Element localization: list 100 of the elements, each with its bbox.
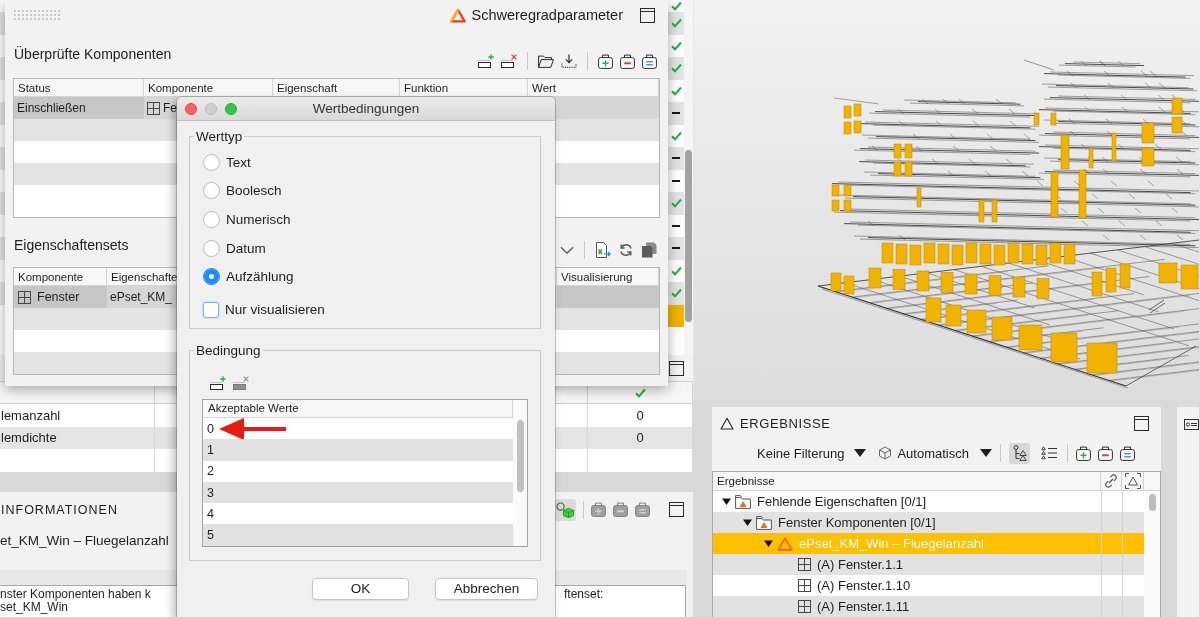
radio-label: Aufzählung <box>226 269 294 285</box>
tree-view-button[interactable] <box>1009 442 1030 464</box>
refresh-icon[interactable] <box>619 243 633 257</box>
triangle-frame-icon <box>1124 473 1141 489</box>
warning-folder-icon <box>735 494 751 509</box>
maximize-icon[interactable] <box>669 502 684 517</box>
list-item[interactable]: 5 <box>203 524 513 546</box>
window-grid-icon <box>147 101 160 115</box>
bag-minus-icon[interactable] <box>1098 445 1113 461</box>
model-viewport[interactable] <box>693 0 1200 400</box>
list-icon <box>1040 446 1057 460</box>
bag-plus-icon[interactable] <box>598 53 613 69</box>
remove-row-icon[interactable] <box>501 54 517 68</box>
window-grid-icon <box>798 600 811 613</box>
column-header: Komponente <box>144 79 273 96</box>
bag-minus-icon[interactable] <box>620 53 635 69</box>
column-header: Ergebnisse <box>713 472 1101 490</box>
hierarchy-icon <box>1012 445 1027 461</box>
column-header: Funktion <box>400 79 528 96</box>
radio-label: Text <box>226 154 251 170</box>
tree-row[interactable]: Fenster Komponenten [0/1] <box>713 512 1144 533</box>
cancel-button[interactable]: Abbrechen <box>435 577 538 600</box>
panel-icon[interactable] <box>1184 419 1199 430</box>
window-grid-icon <box>18 290 31 304</box>
tree-label: Fehlende Eigenschaften [0/1] <box>757 494 927 509</box>
radio-button[interactable] <box>203 182 220 200</box>
tree-label: ePset_KM_Win – Fluegelanzahl <box>799 536 984 551</box>
window-grid-icon <box>798 558 811 571</box>
disclosure-icon[interactable] <box>743 518 752 527</box>
column-header: Wert <box>528 79 659 96</box>
radio-button[interactable] <box>203 211 220 228</box>
section-title: Eigenschaftensets <box>13 237 129 253</box>
maximize-icon[interactable] <box>669 360 684 376</box>
spreadsheet-export-icon[interactable] <box>595 242 611 258</box>
add-row-icon[interactable] <box>210 375 226 390</box>
drag-handle-icon[interactable] <box>14 10 60 20</box>
group-label: Bedingung <box>195 342 262 358</box>
tree-label: (A) Fenster.1.1 <box>817 557 903 572</box>
table-cell: lemanzahl <box>0 404 155 427</box>
download-icon[interactable] <box>561 54 577 68</box>
bag-plus-icon[interactable] <box>1076 445 1091 461</box>
triangle-icon <box>720 417 734 430</box>
tree-label: (A) Fenster.1.10 <box>817 578 911 593</box>
scrollbar-thumb[interactable] <box>685 150 692 322</box>
cube-icon <box>556 501 574 518</box>
panel-title: INFORMATIONEN <box>0 502 118 517</box>
maximize-icon[interactable] <box>640 7 655 23</box>
bag-lines-icon[interactable] <box>1120 445 1135 461</box>
tree-label: Fenster Komponenten [0/1] <box>778 515 936 530</box>
checkbox[interactable] <box>203 301 219 318</box>
column-header: Komponente <box>14 268 107 285</box>
table-cell: Fe <box>163 101 177 115</box>
list-item[interactable]: 3 <box>203 481 513 504</box>
ok-button[interactable]: OK <box>312 577 409 600</box>
section-title: Überprüfte Komponenten <box>13 46 172 62</box>
radio-label: Numerisch <box>226 212 291 227</box>
caret-icon <box>980 449 992 457</box>
table-cell: Einschließen <box>14 97 144 119</box>
group-label: Werttyp <box>195 129 244 144</box>
warning-triangle-icon <box>450 7 467 23</box>
mode-dropdown[interactable]: Automatisch <box>878 445 992 461</box>
radio-button[interactable] <box>203 153 220 171</box>
column-header: Status <box>14 79 144 96</box>
disclosure-icon[interactable] <box>764 539 773 548</box>
window-title: Wertbedingungen <box>312 101 420 116</box>
disclosure-icon[interactable] <box>722 497 731 506</box>
check-icon <box>634 387 646 398</box>
warning-folder-icon <box>756 515 772 530</box>
filter-dropdown[interactable]: Keine Filterung <box>757 445 867 461</box>
radio-label: Boolesch <box>226 183 282 199</box>
add-row-icon[interactable] <box>478 54 494 68</box>
close-button[interactable] <box>185 102 197 115</box>
link-icon <box>1104 474 1118 488</box>
radio-button[interactable] <box>203 268 220 286</box>
column-header: Visualisierung <box>557 268 659 285</box>
warning-icon <box>777 536 793 551</box>
table-cell: Fenster <box>37 290 80 304</box>
message-text: set_KM_Win <box>0 599 69 614</box>
checkbox-label: Nur visualisieren <box>225 302 325 318</box>
column-header: Akzeptable Werte <box>203 399 513 418</box>
cube-icon <box>878 446 893 460</box>
column-header: Eigenschaft <box>273 79 400 96</box>
caret-icon <box>854 449 867 457</box>
tree-row[interactable]: (A) Fenster.1.11 <box>713 596 1144 617</box>
panel-title: ERGEBNISSE <box>740 416 831 431</box>
table-cell-text: ePset_KM_ <box>109 289 174 306</box>
message-text: ftenset: <box>564 587 604 601</box>
list-item[interactable]: 1 <box>203 439 513 461</box>
folder-icon[interactable] <box>538 54 554 68</box>
chevron-down-icon[interactable] <box>560 245 574 255</box>
model-toggle-button[interactable] <box>554 498 576 521</box>
scrollbar-thumb[interactable] <box>516 419 524 492</box>
maximize-icon[interactable] <box>1134 416 1149 431</box>
scrollbar-thumb[interactable] <box>1148 494 1156 511</box>
radio-button[interactable] <box>203 239 220 257</box>
stack-icon[interactable] <box>641 242 657 258</box>
table-cell: lemdichte <box>0 426 155 449</box>
tree-row[interactable]: (A) Fenster.1.1 <box>713 554 1144 575</box>
bag-lines-icon[interactable] <box>642 53 657 69</box>
status-cell[interactable] <box>668 304 684 327</box>
